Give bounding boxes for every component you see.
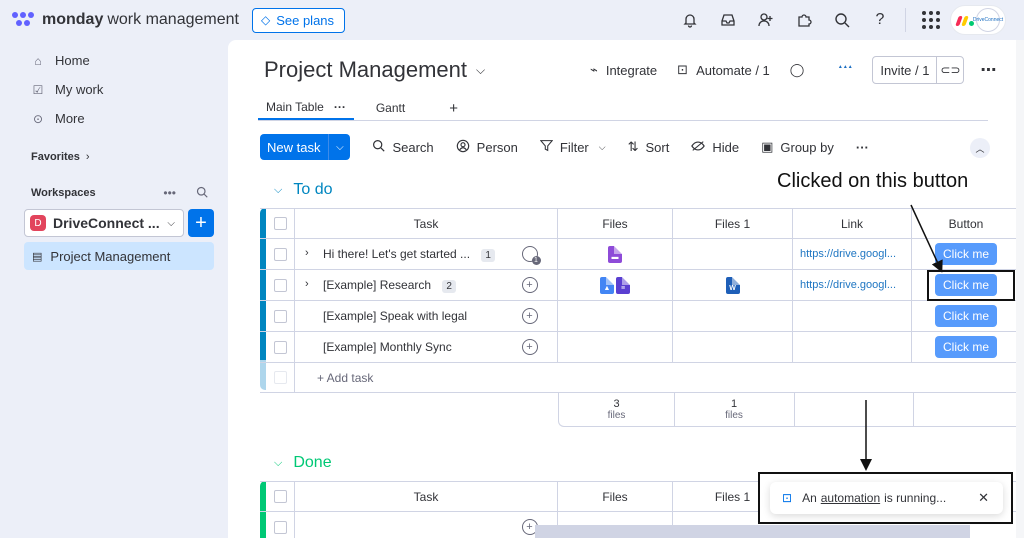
toast-prefix: An <box>802 491 817 505</box>
toast-highlight: ⊡ An automation is running... ✕ <box>758 472 1013 524</box>
close-icon[interactable]: ✕ <box>978 490 989 506</box>
automation-toast: ⊡ An automation is running... ✕ <box>770 482 1003 514</box>
annotation-arrows <box>860 204 943 471</box>
clicked-button-highlight <box>927 270 1015 301</box>
robot-icon: ⊡ <box>782 491 793 505</box>
arrow-to-button <box>910 204 943 273</box>
bottom-strip <box>535 525 970 538</box>
toast-suffix: is running... <box>884 491 947 505</box>
automation-link[interactable]: automation <box>821 491 880 505</box>
